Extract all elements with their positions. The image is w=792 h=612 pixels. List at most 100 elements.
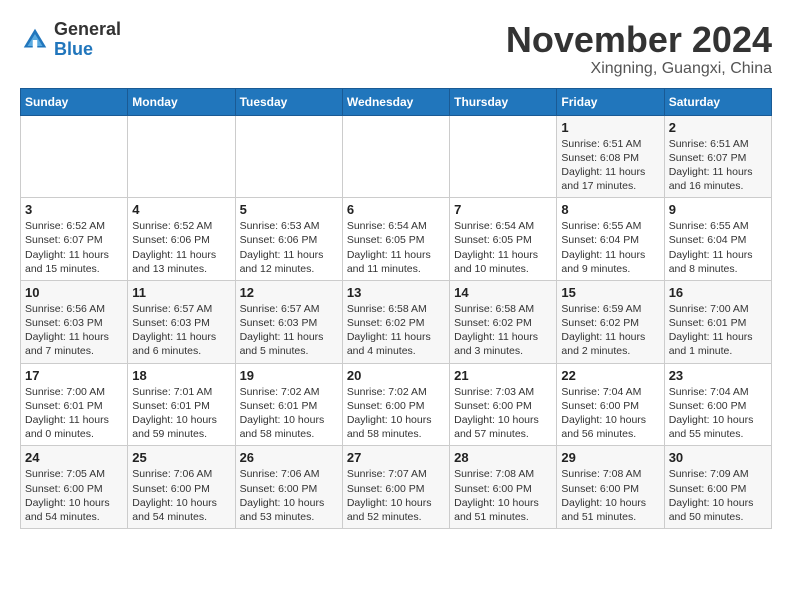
day-number: 13 bbox=[347, 285, 445, 300]
calendar-cell bbox=[450, 115, 557, 198]
day-number: 3 bbox=[25, 202, 123, 217]
day-info: Sunrise: 6:52 AM Sunset: 6:06 PM Dayligh… bbox=[132, 219, 230, 276]
day-info: Sunrise: 6:55 AM Sunset: 6:04 PM Dayligh… bbox=[561, 219, 659, 276]
day-number: 30 bbox=[669, 450, 767, 465]
day-info: Sunrise: 6:53 AM Sunset: 6:06 PM Dayligh… bbox=[240, 219, 338, 276]
calendar-cell bbox=[235, 115, 342, 198]
day-number: 6 bbox=[347, 202, 445, 217]
calendar-cell: 11Sunrise: 6:57 AM Sunset: 6:03 PM Dayli… bbox=[128, 280, 235, 363]
day-info: Sunrise: 6:57 AM Sunset: 6:03 PM Dayligh… bbox=[132, 302, 230, 359]
day-info: Sunrise: 6:57 AM Sunset: 6:03 PM Dayligh… bbox=[240, 302, 338, 359]
day-info: Sunrise: 6:56 AM Sunset: 6:03 PM Dayligh… bbox=[25, 302, 123, 359]
day-info: Sunrise: 6:51 AM Sunset: 6:08 PM Dayligh… bbox=[561, 137, 659, 194]
day-number: 18 bbox=[132, 368, 230, 383]
calendar-cell: 3 Sunrise: 6:52 AM Sunset: 6:07 PM Daylig… bbox=[21, 198, 128, 281]
week-row-4: 24 Sunrise: 7:05 AM Sunset: 6:00 PM Dayli… bbox=[21, 446, 772, 529]
calendar-cell: 12Sunrise: 6:57 AM Sunset: 6:03 PM Dayli… bbox=[235, 280, 342, 363]
day-number: 2 bbox=[669, 120, 767, 135]
day-number: 14 bbox=[454, 285, 552, 300]
day-info: Sunrise: 7:03 AM Sunset: 6:00 PM Dayligh… bbox=[454, 385, 552, 442]
week-row-0: 1Sunrise: 6:51 AM Sunset: 6:08 PM Daylig… bbox=[21, 115, 772, 198]
calendar-table: SundayMondayTuesdayWednesdayThursdayFrid… bbox=[20, 88, 772, 529]
day-info: Sunrise: 7:06 AM Sunset: 6:00 PM Dayligh… bbox=[132, 467, 230, 524]
day-info: Sunrise: 6:54 AM Sunset: 6:05 PM Dayligh… bbox=[454, 219, 552, 276]
day-info: Sunrise: 7:04 AM Sunset: 6:00 PM Dayligh… bbox=[561, 385, 659, 442]
day-number: 15 bbox=[561, 285, 659, 300]
day-number: 23 bbox=[669, 368, 767, 383]
title-area: November 2024 Xingning, Guangxi, China bbox=[506, 20, 772, 78]
calendar-cell: 16 Sunrise: 7:00 AM Sunset: 6:01 PM Dayli… bbox=[664, 280, 771, 363]
day-info: Sunrise: 6:54 AM Sunset: 6:05 PM Dayligh… bbox=[347, 219, 445, 276]
calendar-cell: 2Sunrise: 6:51 AM Sunset: 6:07 PM Daylig… bbox=[664, 115, 771, 198]
day-number: 8 bbox=[561, 202, 659, 217]
day-number: 10 bbox=[25, 285, 123, 300]
logo-blue-text: Blue bbox=[54, 39, 93, 59]
weekday-header-row: SundayMondayTuesdayWednesdayThursdayFrid… bbox=[21, 88, 772, 115]
calendar-cell: 13 Sunrise: 6:58 AM Sunset: 6:02 PM Dayli… bbox=[342, 280, 449, 363]
calendar-cell: 14 Sunrise: 6:58 AM Sunset: 6:02 PM Dayli… bbox=[450, 280, 557, 363]
calendar-cell: 4Sunrise: 6:52 AM Sunset: 6:06 PM Daylig… bbox=[128, 198, 235, 281]
calendar-cell: 6 Sunrise: 6:54 AM Sunset: 6:05 PM Daylig… bbox=[342, 198, 449, 281]
week-row-2: 10 Sunrise: 6:56 AM Sunset: 6:03 PM Dayli… bbox=[21, 280, 772, 363]
day-info: Sunrise: 7:09 AM Sunset: 6:00 PM Dayligh… bbox=[669, 467, 767, 524]
weekday-header-wednesday: Wednesday bbox=[342, 88, 449, 115]
calendar-cell: 18 Sunrise: 7:01 AM Sunset: 6:01 PM Dayli… bbox=[128, 363, 235, 446]
calendar-cell: 21 Sunrise: 7:03 AM Sunset: 6:00 PM Dayli… bbox=[450, 363, 557, 446]
month-title: November 2024 bbox=[506, 20, 772, 60]
logo-general-text: General bbox=[54, 19, 121, 39]
calendar-cell: 8 Sunrise: 6:55 AM Sunset: 6:04 PM Daylig… bbox=[557, 198, 664, 281]
day-info: Sunrise: 7:07 AM Sunset: 6:00 PM Dayligh… bbox=[347, 467, 445, 524]
weekday-header-sunday: Sunday bbox=[21, 88, 128, 115]
day-info: Sunrise: 7:02 AM Sunset: 6:00 PM Dayligh… bbox=[347, 385, 445, 442]
day-info: Sunrise: 7:08 AM Sunset: 6:00 PM Dayligh… bbox=[454, 467, 552, 524]
weekday-header-monday: Monday bbox=[128, 88, 235, 115]
day-number: 26 bbox=[240, 450, 338, 465]
calendar-cell bbox=[128, 115, 235, 198]
calendar-cell bbox=[342, 115, 449, 198]
calendar-cell: 24 Sunrise: 7:05 AM Sunset: 6:00 PM Dayli… bbox=[21, 446, 128, 529]
calendar-cell: 22Sunrise: 7:04 AM Sunset: 6:00 PM Dayli… bbox=[557, 363, 664, 446]
header: General Blue November 2024 Xingning, Gua… bbox=[20, 20, 772, 78]
day-info: Sunrise: 7:05 AM Sunset: 6:00 PM Dayligh… bbox=[25, 467, 123, 524]
day-info: Sunrise: 6:58 AM Sunset: 6:02 PM Dayligh… bbox=[347, 302, 445, 359]
location-title: Xingning, Guangxi, China bbox=[506, 60, 772, 78]
day-number: 7 bbox=[454, 202, 552, 217]
day-number: 28 bbox=[454, 450, 552, 465]
weekday-header-tuesday: Tuesday bbox=[235, 88, 342, 115]
calendar-cell: 9Sunrise: 6:55 AM Sunset: 6:04 PM Daylig… bbox=[664, 198, 771, 281]
day-number: 24 bbox=[25, 450, 123, 465]
day-info: Sunrise: 6:52 AM Sunset: 6:07 PM Dayligh… bbox=[25, 219, 123, 276]
logo: General Blue bbox=[20, 20, 121, 60]
calendar-cell: 26 Sunrise: 7:06 AM Sunset: 6:00 PM Dayli… bbox=[235, 446, 342, 529]
day-info: Sunrise: 7:00 AM Sunset: 6:01 PM Dayligh… bbox=[25, 385, 123, 442]
calendar-cell: 17Sunrise: 7:00 AM Sunset: 6:01 PM Dayli… bbox=[21, 363, 128, 446]
calendar-cell: 30 Sunrise: 7:09 AM Sunset: 6:00 PM Dayli… bbox=[664, 446, 771, 529]
calendar-cell: 23 Sunrise: 7:04 AM Sunset: 6:00 PM Dayli… bbox=[664, 363, 771, 446]
day-info: Sunrise: 7:06 AM Sunset: 6:00 PM Dayligh… bbox=[240, 467, 338, 524]
calendar-cell: 28 Sunrise: 7:08 AM Sunset: 6:00 PM Dayli… bbox=[450, 446, 557, 529]
day-number: 16 bbox=[669, 285, 767, 300]
day-number: 29 bbox=[561, 450, 659, 465]
day-number: 25 bbox=[132, 450, 230, 465]
day-info: Sunrise: 6:58 AM Sunset: 6:02 PM Dayligh… bbox=[454, 302, 552, 359]
calendar-cell: 15Sunrise: 6:59 AM Sunset: 6:02 PM Dayli… bbox=[557, 280, 664, 363]
calendar-cell: 5Sunrise: 6:53 AM Sunset: 6:06 PM Daylig… bbox=[235, 198, 342, 281]
day-number: 27 bbox=[347, 450, 445, 465]
day-info: Sunrise: 7:04 AM Sunset: 6:00 PM Dayligh… bbox=[669, 385, 767, 442]
week-row-1: 3 Sunrise: 6:52 AM Sunset: 6:07 PM Daylig… bbox=[21, 198, 772, 281]
calendar-cell bbox=[21, 115, 128, 198]
calendar-cell: 19Sunrise: 7:02 AM Sunset: 6:01 PM Dayli… bbox=[235, 363, 342, 446]
calendar-cell: 29 Sunrise: 7:08 AM Sunset: 6:00 PM Dayli… bbox=[557, 446, 664, 529]
day-info: Sunrise: 7:01 AM Sunset: 6:01 PM Dayligh… bbox=[132, 385, 230, 442]
week-row-3: 17Sunrise: 7:00 AM Sunset: 6:01 PM Dayli… bbox=[21, 363, 772, 446]
day-info: Sunrise: 7:00 AM Sunset: 6:01 PM Dayligh… bbox=[669, 302, 767, 359]
calendar-cell: 25 Sunrise: 7:06 AM Sunset: 6:00 PM Dayli… bbox=[128, 446, 235, 529]
day-number: 21 bbox=[454, 368, 552, 383]
day-number: 9 bbox=[669, 202, 767, 217]
day-info: Sunrise: 7:08 AM Sunset: 6:00 PM Dayligh… bbox=[561, 467, 659, 524]
calendar-cell: 1Sunrise: 6:51 AM Sunset: 6:08 PM Daylig… bbox=[557, 115, 664, 198]
day-number: 19 bbox=[240, 368, 338, 383]
weekday-header-friday: Friday bbox=[557, 88, 664, 115]
calendar-cell: 27 Sunrise: 7:07 AM Sunset: 6:00 PM Dayli… bbox=[342, 446, 449, 529]
calendar-cell: 10 Sunrise: 6:56 AM Sunset: 6:03 PM Dayli… bbox=[21, 280, 128, 363]
